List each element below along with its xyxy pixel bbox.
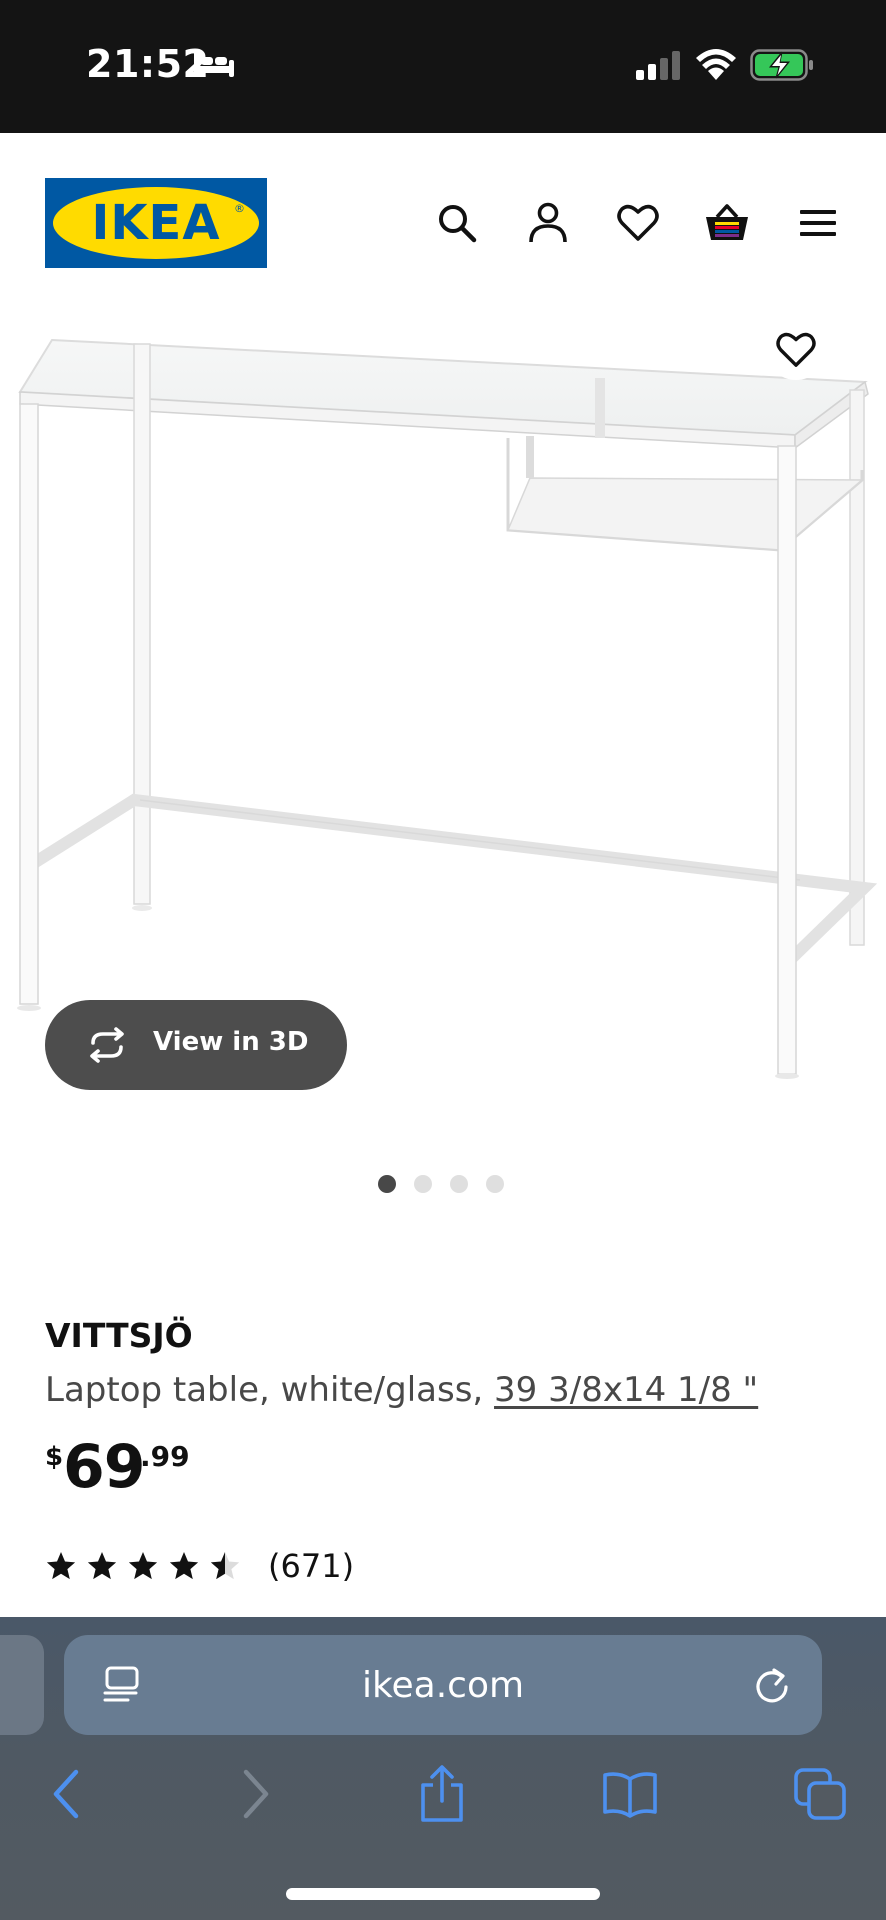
menu-icon[interactable]	[793, 196, 843, 250]
view-in-3d-label: View in 3D	[153, 1027, 309, 1057]
gallery-dot-2[interactable]	[414, 1175, 432, 1193]
search-icon[interactable]	[432, 196, 482, 250]
wifi-icon	[696, 49, 736, 80]
status-bar: 21:52	[0, 0, 886, 133]
url-text: ikea.com	[361, 1664, 525, 1706]
price-integer: 69	[63, 1432, 145, 1502]
status-time: 21:52	[86, 42, 210, 86]
account-icon[interactable]	[523, 196, 573, 250]
previous-tab-preview[interactable]	[0, 1635, 44, 1735]
battery-charging-icon	[750, 49, 813, 81]
rotate-3d-icon	[90, 1027, 124, 1063]
rating-count: (671)	[268, 1547, 355, 1585]
star-full-icon	[46, 1552, 76, 1580]
signal-icon	[636, 51, 680, 80]
product-name: VITTSJÖ	[45, 1316, 193, 1355]
product-description-text: Laptop table, white/glass,	[45, 1370, 495, 1410]
favorites-heart-icon[interactable]	[613, 196, 663, 250]
star-half-icon	[210, 1552, 240, 1580]
product-description: Laptop table, white/glass, 39 3/8x14 1/8…	[45, 1370, 758, 1410]
bed-icon	[194, 51, 234, 77]
star-full-icon	[87, 1552, 117, 1580]
ikea-logo[interactable]: IKEA ®	[45, 178, 267, 268]
gallery-dot-3[interactable]	[450, 1175, 468, 1193]
product-favorite-button[interactable]	[766, 320, 826, 380]
product-dimensions-link[interactable]: 39 3/8x14 1/8 "	[494, 1370, 758, 1410]
logo-wordmark: IKEA	[91, 195, 221, 251]
gallery-dot-4[interactable]	[486, 1175, 504, 1193]
heart-icon	[776, 332, 816, 367]
back-icon[interactable]	[36, 1764, 96, 1824]
gallery-pagination	[378, 1175, 504, 1193]
star-full-icon	[128, 1552, 158, 1580]
reload-icon[interactable]	[752, 1665, 792, 1705]
gallery-dot-1[interactable]	[378, 1175, 396, 1193]
logo-registered-mark: ®	[234, 202, 245, 215]
price-decimal: .99	[140, 1440, 190, 1473]
home-indicator[interactable]	[286, 1888, 600, 1900]
share-icon[interactable]	[412, 1764, 472, 1824]
bookmarks-icon[interactable]	[600, 1764, 660, 1824]
price-currency: $	[45, 1442, 64, 1472]
view-in-3d-button[interactable]: View in 3D	[45, 1000, 347, 1090]
address-bar[interactable]: ikea.com	[64, 1635, 822, 1735]
product-rating[interactable]: (671)	[45, 1546, 354, 1586]
product-image[interactable]	[0, 320, 886, 1080]
forward-icon[interactable]	[226, 1764, 286, 1824]
shopping-bag-icon[interactable]	[702, 196, 752, 250]
tabs-icon[interactable]	[790, 1764, 850, 1824]
star-full-icon	[169, 1552, 199, 1580]
